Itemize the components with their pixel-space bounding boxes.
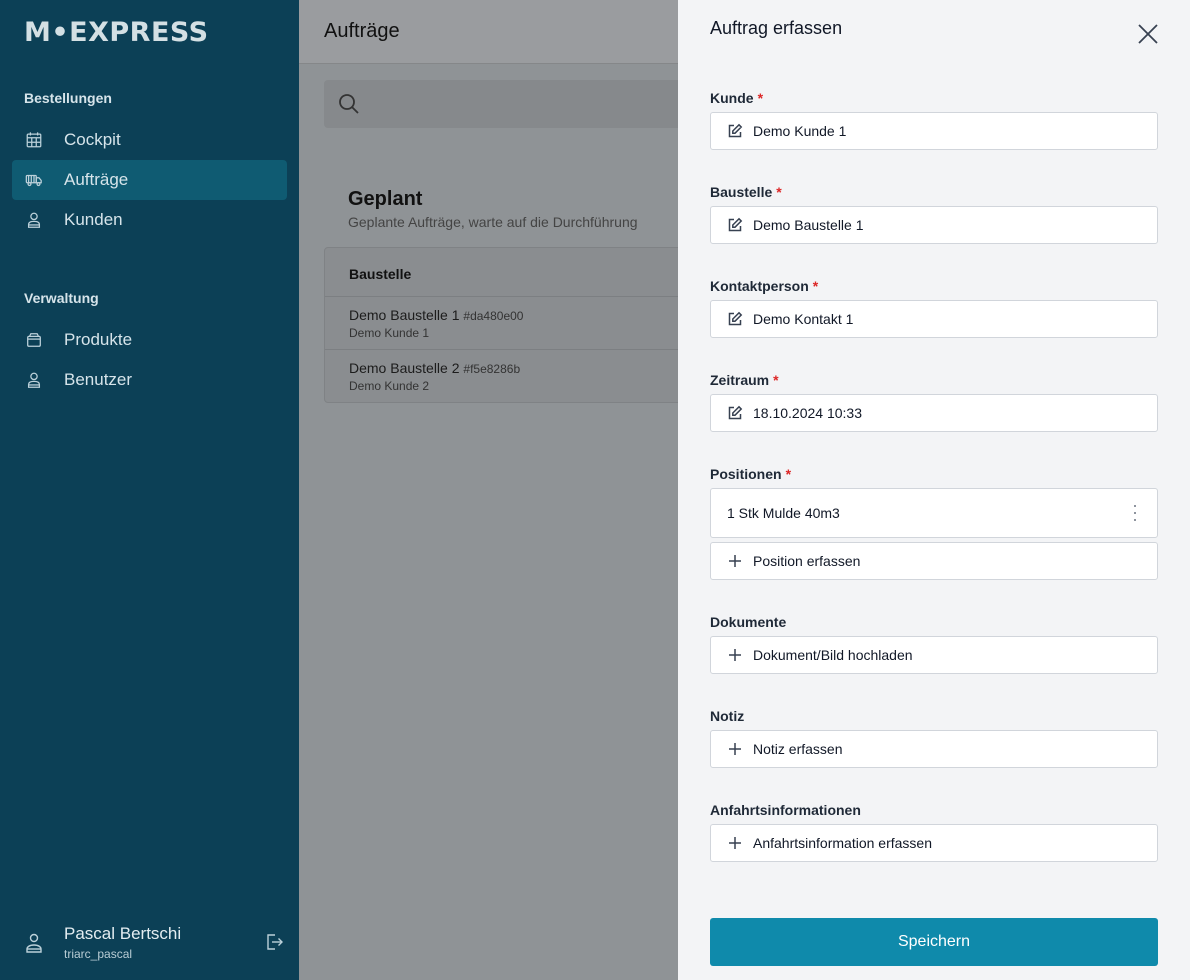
more-vertical-icon[interactable]	[1133, 505, 1137, 521]
close-icon	[1138, 24, 1158, 44]
truck-icon	[24, 170, 44, 190]
label-notiz: Notiz	[710, 708, 745, 724]
user-text: Pascal Bertschi triarc_pascal	[64, 924, 181, 961]
box-icon	[24, 330, 44, 350]
nav-section-verwaltung: Verwaltung	[24, 290, 99, 306]
column-header-baustelle: Baustelle	[349, 266, 412, 282]
add-note-button[interactable]: Notiz erfassen	[710, 730, 1158, 768]
sidebar-item-produkte[interactable]: Produkte	[12, 320, 287, 360]
label-text: Kunde	[710, 90, 754, 106]
sidebar-item-label: Cockpit	[64, 130, 121, 149]
field-value: Demo Kunde 1	[753, 123, 847, 139]
user-icon	[24, 210, 44, 230]
sidebar-item-label: Produkte	[64, 330, 133, 349]
row-customer: Demo Kunde 2	[349, 379, 430, 393]
sidebar-item-auftraege[interactable]: Aufträge	[12, 160, 287, 200]
label-text: Positionen	[710, 466, 782, 482]
edit-icon	[727, 217, 743, 233]
table-row[interactable]: Demo Baustelle 1 #da480e00 Demo Kunde 1	[325, 296, 685, 349]
table-row[interactable]: Demo Baustelle 2 #f5e8286b Demo Kunde 2	[325, 349, 685, 402]
search-input[interactable]	[324, 80, 684, 128]
sidebar-item-label: Benutzer	[64, 370, 133, 389]
label-zeitraum: Zeitraum *	[710, 372, 779, 388]
label-baustelle: Baustelle *	[710, 184, 782, 200]
upload-document-button[interactable]: Dokument/Bild hochladen	[710, 636, 1158, 674]
label-anfahrtsinformationen: Anfahrtsinformationen	[710, 802, 861, 818]
user-profile[interactable]: Pascal Bertschi triarc_pascal	[24, 924, 284, 968]
card-subtitle: Geplante Aufträge, warte auf die Durchfü…	[348, 214, 638, 230]
save-button[interactable]: Speichern	[710, 918, 1158, 966]
search-icon	[339, 94, 359, 114]
row-title: Demo Baustelle 1 #da480e00	[349, 307, 523, 323]
plus-icon	[727, 741, 743, 757]
card-title: Geplant	[348, 188, 423, 210]
logo[interactable]: M•EXPRESS	[24, 16, 209, 48]
row-customer: Demo Kunde 1	[349, 326, 430, 340]
row-title: Demo Baustelle 2 #f5e8286b	[349, 360, 520, 376]
user-icon	[24, 370, 44, 390]
orders-card: Geplant Geplante Aufträge, warte auf die…	[324, 172, 685, 404]
user-icon	[24, 924, 44, 959]
zeitraum-field[interactable]: 18.10.2024 10:33	[710, 394, 1158, 432]
drawer-title: Auftrag erfassen	[710, 18, 843, 38]
field-value: Demo Kontakt 1	[753, 311, 854, 327]
edit-icon	[727, 123, 743, 139]
required-mark: *	[785, 466, 792, 482]
label-text: Zeitraum	[710, 372, 770, 388]
logout-icon[interactable]	[264, 932, 284, 957]
button-label: Dokument/Bild hochladen	[753, 647, 913, 663]
position-item[interactable]: 1 Stk Mulde 40m3	[710, 488, 1158, 538]
field-value: Demo Baustelle 1	[753, 217, 864, 233]
sidebar-item-kunden[interactable]: Kunden	[12, 200, 287, 240]
row-name: Demo Baustelle 2	[349, 360, 460, 376]
sidebar-item-label: Kunden	[64, 210, 123, 229]
main-content: Aufträge Geplant Geplante Aufträge, wart…	[299, 0, 685, 980]
plus-icon	[727, 835, 743, 851]
sidebar-item-label: Aufträge	[64, 170, 129, 189]
row-hash: #f5e8286b	[463, 362, 521, 376]
plus-icon	[727, 647, 743, 663]
page-title: Aufträge	[324, 20, 400, 42]
label-dokumente: Dokumente	[710, 614, 787, 630]
button-label: Position erfassen	[753, 553, 861, 569]
main-header: Aufträge	[299, 0, 679, 64]
label-text: Baustelle	[710, 184, 773, 200]
sidebar-item-cockpit[interactable]: Cockpit	[12, 120, 287, 160]
add-anfahrt-button[interactable]: Anfahrtsinformation erfassen	[710, 824, 1158, 862]
label-positionen: Positionen *	[710, 466, 791, 482]
calendar-icon	[24, 130, 44, 150]
edit-icon	[727, 311, 743, 327]
required-mark: *	[757, 90, 764, 106]
user-login: triarc_pascal	[64, 947, 133, 961]
add-position-button[interactable]: Position erfassen	[710, 542, 1158, 580]
row-hash: #da480e00	[463, 309, 524, 323]
user-name: Pascal Bertschi	[64, 924, 182, 943]
kunde-field[interactable]: Demo Kunde 1	[710, 112, 1158, 150]
close-button[interactable]	[1136, 22, 1160, 46]
row-name: Demo Baustelle 1	[349, 307, 460, 323]
logo-text: M•EXPRESS	[24, 16, 209, 48]
label-text: Kontaktperson	[710, 278, 809, 294]
button-label: Notiz erfassen	[753, 741, 843, 757]
label-kontaktperson: Kontaktperson *	[710, 278, 818, 294]
edit-icon	[727, 405, 743, 421]
sidebar: M•EXPRESS Bestellungen Cockpit Aufträge …	[0, 0, 299, 980]
position-item-text: 1 Stk Mulde 40m3	[727, 505, 840, 521]
order-drawer: Auftrag erfassen Kunde * Demo Kunde 1 Bau…	[678, 0, 1190, 980]
required-mark: *	[812, 278, 819, 294]
orders-table: Baustelle Demo Baustelle 1 #da480e00 Dem…	[324, 247, 685, 403]
kontaktperson-field[interactable]: Demo Kontakt 1	[710, 300, 1158, 338]
button-label: Anfahrtsinformation erfassen	[753, 835, 932, 851]
label-kunde: Kunde *	[710, 90, 763, 106]
baustelle-field[interactable]: Demo Baustelle 1	[710, 206, 1158, 244]
plus-icon	[727, 553, 743, 569]
field-value: 18.10.2024 10:33	[753, 405, 862, 421]
required-mark: *	[773, 372, 779, 388]
required-mark: *	[776, 184, 782, 200]
sidebar-item-benutzer[interactable]: Benutzer	[12, 360, 287, 400]
nav-section-bestellungen: Bestellungen	[24, 90, 112, 106]
